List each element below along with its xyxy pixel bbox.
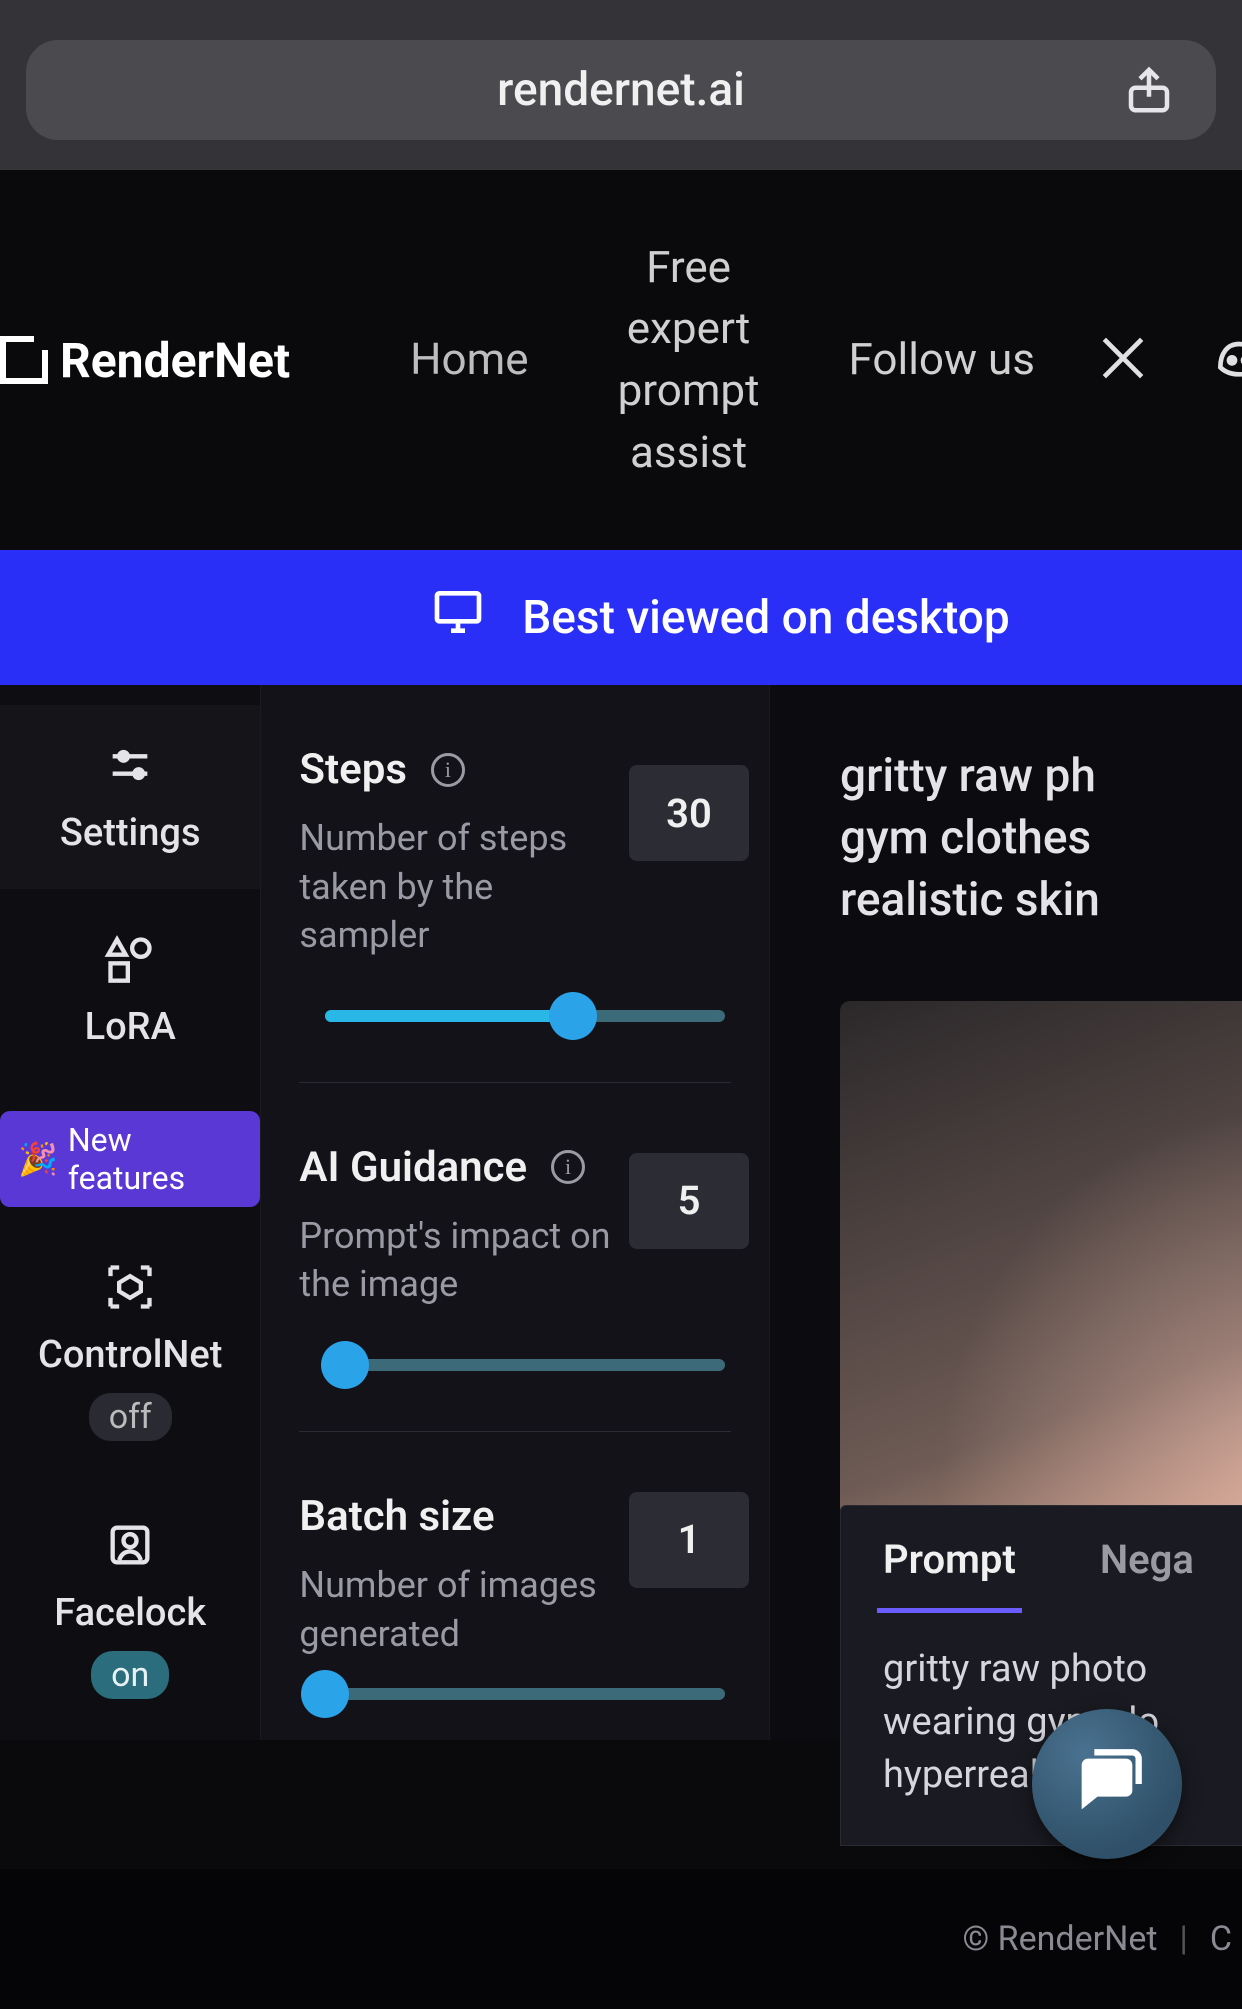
info-icon[interactable]: i <box>551 1150 585 1184</box>
sidebar-item-label: Settings <box>60 811 201 855</box>
x-twitter-icon[interactable] <box>1095 330 1151 390</box>
batch-value[interactable]: 1 <box>629 1492 749 1588</box>
discord-icon[interactable] <box>1211 330 1242 390</box>
new-features-badge[interactable]: 🎉 New features <box>0 1111 260 1207</box>
nav-prompt-assist[interactable]: Free expert prompt assist <box>589 237 789 483</box>
facelock-state: on <box>91 1651 169 1699</box>
face-icon <box>104 1519 156 1575</box>
sidebar-item-facelock[interactable]: Facelock on <box>0 1485 260 1733</box>
workspace: Settings LoRA 🎉 New features <box>0 685 1242 1740</box>
settings-panel: Steps i Number of steps taken by the sam… <box>260 685 770 1740</box>
controlnet-state: off <box>89 1393 172 1441</box>
shapes-icon <box>104 933 156 989</box>
preview-headline: gritty raw ph gym clothes realistic skin <box>840 745 1242 931</box>
browser-chrome: rendernet.ai <box>0 0 1242 170</box>
guidance-desc: Prompt's impact on the image <box>299 1212 619 1309</box>
slider-thumb[interactable] <box>321 1341 369 1389</box>
info-icon[interactable]: i <box>431 753 465 787</box>
nav-follow-us[interactable]: Follow us <box>849 329 1035 391</box>
footer-copyright: © RenderNet <box>963 1919 1158 1959</box>
sidebar-item-label: LoRA <box>85 1005 176 1049</box>
address-url: rendernet.ai <box>497 63 745 117</box>
steps-value[interactable]: 30 <box>629 765 749 861</box>
tab-prompt[interactable]: Prompt <box>841 1506 1058 1613</box>
steps-title: Steps <box>299 745 407 794</box>
cube-scan-icon <box>104 1261 156 1317</box>
brand-logo[interactable]: RenderNet <box>0 332 290 389</box>
slider-thumb[interactable] <box>301 1670 349 1718</box>
address-bar[interactable]: rendernet.ai <box>26 40 1216 140</box>
new-features-label: New features <box>68 1121 243 1197</box>
batch-desc: Number of images generated <box>299 1561 619 1658</box>
sidebar-item-lora[interactable]: LoRA <box>0 899 260 1083</box>
group-steps: Steps i Number of steps taken by the sam… <box>299 745 731 1083</box>
nav-links: Home Free expert prompt assist Follow us <box>410 237 1035 483</box>
party-icon: 🎉 <box>18 1140 58 1178</box>
monitor-icon <box>430 584 486 652</box>
group-batch: Batch size Number of images generated 1 <box>299 1492 731 1700</box>
desktop-banner: Best viewed on desktop <box>0 550 1242 685</box>
site-header: RenderNet Home Free expert prompt assist… <box>0 170 1242 550</box>
steps-desc: Number of steps taken by the sampler <box>299 814 619 960</box>
guidance-slider[interactable] <box>325 1359 725 1371</box>
sidebar-item-settings[interactable]: Settings <box>0 705 260 889</box>
sidebar: Settings LoRA 🎉 New features <box>0 685 260 1740</box>
group-guidance: AI Guidance i Prompt's impact on the ima… <box>299 1143 731 1432</box>
tab-negative[interactable]: Nega <box>1058 1506 1236 1613</box>
steps-slider[interactable] <box>325 1010 725 1022</box>
separator: | <box>1180 1919 1188 1959</box>
preview-area: gritty raw ph gym clothes realistic skin… <box>770 685 1242 1740</box>
page-viewport: RenderNet Home Free expert prompt assist… <box>0 170 1242 2009</box>
slider-thumb[interactable] <box>549 992 597 1040</box>
guidance-title: AI Guidance <box>299 1143 527 1192</box>
share-icon[interactable] <box>1122 63 1176 117</box>
sliders-icon <box>104 739 156 795</box>
chat-fab[interactable] <box>1032 1709 1182 1859</box>
sidebar-item-label: Facelock <box>54 1591 206 1635</box>
sidebar-item-label: ControlNet <box>38 1333 222 1377</box>
footer-tail: C <box>1210 1919 1232 1959</box>
nav-home[interactable]: Home <box>410 329 528 391</box>
slider-fill <box>325 1010 573 1022</box>
sidebar-item-controlnet[interactable]: ControlNet off <box>0 1227 260 1475</box>
banner-text: Best viewed on desktop <box>522 591 1010 645</box>
batch-slider[interactable] <box>325 1688 725 1700</box>
footer-bar: © RenderNet | C <box>0 1869 1242 2009</box>
logo-mark-icon <box>0 336 48 384</box>
guidance-value[interactable]: 5 <box>629 1153 749 1249</box>
batch-title: Batch size <box>299 1492 494 1541</box>
brand-name: RenderNet <box>60 332 290 389</box>
